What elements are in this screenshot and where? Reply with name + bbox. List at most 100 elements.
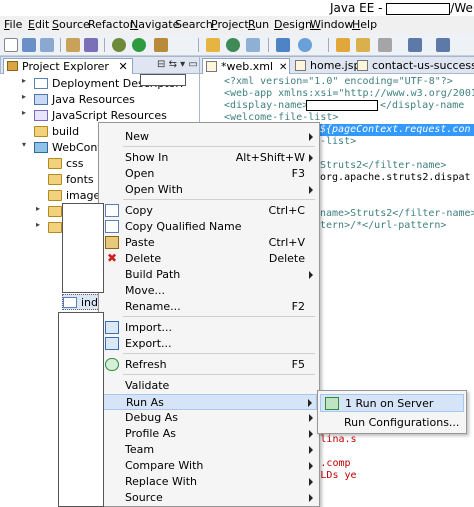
menu-item-profile-as[interactable]: Profile As [101, 426, 317, 442]
menu-item-label: Compare With [125, 459, 204, 472]
forward-icon[interactable] [436, 38, 450, 52]
menu-item-export[interactable]: Export... [101, 336, 317, 352]
close-icon[interactable]: ✕ [279, 62, 287, 73]
menu-item-rename[interactable]: Rename... F2 [101, 299, 317, 315]
expand-toggle-icon[interactable]: ▸ [22, 108, 26, 117]
save-icon[interactable] [22, 38, 36, 52]
expand-toggle-icon[interactable]: ▸ [36, 204, 40, 213]
menu-item-label: Build Path [125, 268, 181, 281]
menu-item-validate[interactable]: Validate [101, 378, 317, 394]
menu-item-open[interactable]: Open F3 [101, 166, 317, 182]
redacted-box [306, 100, 378, 111]
minimize-icon[interactable]: ▭ [188, 59, 197, 70]
menu-project[interactable]: Project [211, 18, 249, 31]
menu-item-run-configurations[interactable]: Run Configurations... [320, 414, 464, 432]
menu-run[interactable]: Run [248, 18, 269, 31]
menu-item-build-path[interactable]: Build Path [101, 267, 317, 283]
code-line: <display-name> [224, 100, 309, 111]
server-icon[interactable] [66, 38, 80, 52]
file-icon [63, 297, 77, 308]
menu-item-delete[interactable]: ✖ Delete Delete [101, 251, 317, 267]
menu-item-run-as[interactable]: Run As [101, 394, 317, 410]
web-browser-icon[interactable] [276, 38, 290, 52]
menu-item-new[interactable]: New [101, 129, 317, 145]
save-all-icon[interactable] [40, 38, 54, 52]
new-java-project-icon[interactable] [206, 38, 220, 52]
link-editor-icon[interactable]: ⇆ [169, 59, 177, 70]
search-icon[interactable] [298, 38, 312, 52]
menu-item-label: Rename... [125, 300, 181, 313]
tab-project-explorer[interactable]: Project Explorer ✕ [3, 58, 133, 74]
next-annotation-icon[interactable] [378, 38, 392, 52]
menu-item-source[interactable]: Source [101, 490, 317, 506]
redaction-box [140, 74, 186, 86]
menu-file[interactable]: File [4, 18, 22, 31]
toolbar-separator [328, 38, 329, 52]
submenu-arrow-icon [308, 399, 312, 407]
debug-icon[interactable] [112, 38, 126, 52]
expand-toggle-icon[interactable]: ▸ [36, 220, 40, 229]
menu-item-label: Copy [125, 204, 153, 217]
menu-item-open-with[interactable]: Open With [101, 182, 317, 198]
menu-design[interactable]: Design [274, 18, 312, 31]
submenu-arrow-icon [309, 430, 313, 438]
web-icon [34, 142, 48, 153]
expand-toggle-icon[interactable]: ▸ [22, 76, 26, 85]
menu-navigate[interactable]: Navigate [130, 18, 179, 31]
delete-icon: ✖ [106, 251, 118, 265]
open-type-icon[interactable] [246, 38, 260, 52]
external-tools-icon[interactable] [154, 38, 168, 52]
menu-item-debug-as[interactable]: Debug As [101, 410, 317, 426]
menu-item-label: Import... [125, 321, 172, 334]
tree-item-label: fonts [66, 173, 94, 186]
open-folder-icon[interactable] [336, 38, 350, 52]
desc-icon [34, 78, 48, 89]
menu-item-copy-qualified-name[interactable]: Copy Qualified Name [101, 219, 317, 235]
run-icon[interactable] [132, 38, 146, 52]
menu-source[interactable]: Source [52, 18, 90, 31]
view-menu-icon[interactable]: ▾ [180, 59, 185, 70]
editor-tab-1[interactable]: *web.xml ✕ [202, 58, 291, 74]
expand-toggle-icon[interactable]: ▸ [22, 92, 26, 101]
menu-help[interactable]: Help [352, 18, 377, 31]
close-icon[interactable]: ✕ [118, 60, 127, 73]
menu-edit[interactable]: Edit [28, 18, 49, 31]
back-icon[interactable] [408, 38, 422, 52]
project-explorer-tab-bar: Project Explorer ✕ ⊟ ⇆ ▾ ▭ [0, 56, 200, 74]
paste-icon [105, 236, 119, 249]
collapse-all-icon[interactable]: ⊟ [157, 59, 165, 70]
menu-item-label: Validate [125, 379, 170, 392]
menu-item-label: Source [125, 491, 163, 504]
menu-item-compare-with[interactable]: Compare With [101, 458, 317, 474]
menu-item-replace-with[interactable]: Replace With [101, 474, 317, 490]
menu-refactor[interactable]: Refactor [88, 18, 134, 31]
expand-toggle-icon[interactable]: ▾ [22, 140, 26, 149]
menu-item-copy[interactable]: Copy Ctrl+C [101, 203, 317, 219]
menu-item-team[interactable]: Team [101, 442, 317, 458]
menu-item-run-on-server[interactable]: 1 Run on Server [320, 394, 464, 412]
tree-item-label: build [52, 125, 80, 138]
menu-search[interactable]: Search [175, 18, 213, 31]
new-class-icon[interactable] [226, 38, 240, 52]
tree-item-label: JavaScript Resources [52, 109, 167, 122]
tree-item-java-resources[interactable]: ▸ Java Resources [22, 92, 200, 108]
new-icon[interactable] [4, 38, 18, 52]
folder-icon [48, 206, 62, 217]
copy-icon [105, 220, 119, 233]
build-icon[interactable] [84, 38, 98, 52]
menu-window[interactable]: Window [310, 18, 353, 31]
annotation-icon[interactable] [356, 38, 370, 52]
menu-item-move[interactable]: Move... [101, 283, 317, 299]
menu-item-label: Open With [125, 183, 183, 196]
toolbar-separator [198, 38, 199, 52]
shortcut-label: Ctrl+V [268, 236, 305, 249]
import-icon [105, 321, 119, 334]
menu-item-refresh[interactable]: Refresh F5 [101, 357, 317, 373]
menu-item-paste[interactable]: Paste Ctrl+V [101, 235, 317, 251]
menu-item-import[interactable]: Import... [101, 320, 317, 336]
menu-item-label: Show In [125, 151, 169, 164]
submenu-arrow-icon [309, 154, 313, 162]
menu-item-show-in[interactable]: Show In Alt+Shift+W [101, 150, 317, 166]
menu-item-label: Run Configurations... [344, 416, 460, 429]
menu-item-label: 1 Run on Server [345, 397, 434, 410]
